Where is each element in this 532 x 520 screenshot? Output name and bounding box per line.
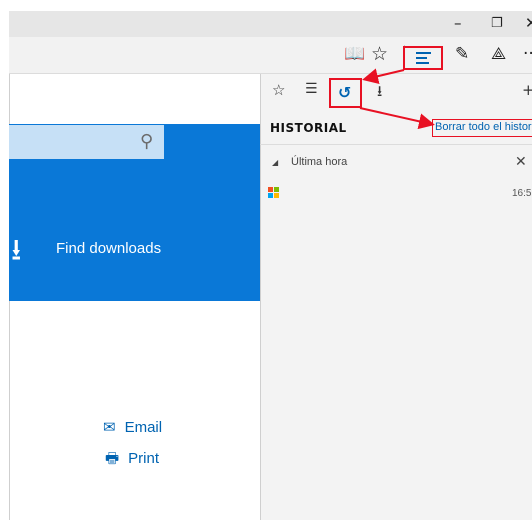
browser-toolbar: 📖 ☆ ✎ ⟁ ··· <box>9 37 532 74</box>
title-bar: – ❐ ✕ <box>9 11 532 37</box>
history-tab[interactable]: ↺ <box>329 78 362 108</box>
more-icon[interactable]: ··· <box>523 43 532 65</box>
reading-list-tab-icon[interactable]: ☰ <box>305 81 318 97</box>
download-icon[interactable]: ⭳ <box>11 236 22 266</box>
history-group-label[interactable]: Última hora <box>291 156 347 168</box>
delete-group-icon[interactable]: ✕ <box>515 154 527 170</box>
clear-history-link[interactable]: Borrar todo el historial <box>432 119 532 137</box>
favorites-tab-icon[interactable]: ☆ <box>272 81 285 99</box>
hub-icon <box>416 52 431 67</box>
print-label: Print <box>128 450 160 467</box>
pen-icon[interactable]: ✎ <box>455 43 469 65</box>
share-icon[interactable]: ⟁ <box>491 43 506 65</box>
hub-pane <box>260 74 532 520</box>
history-icon: ↺ <box>338 83 352 102</box>
pin-icon[interactable]: + <box>522 81 532 99</box>
print-link[interactable]: 🖶 Print <box>105 448 159 473</box>
hub-button[interactable] <box>403 46 443 70</box>
hub-divider <box>260 144 532 145</box>
maximize-button[interactable]: ❐ <box>491 16 503 31</box>
downloads-tab-icon[interactable]: ⭳ <box>377 81 382 106</box>
close-button[interactable]: ✕ <box>525 14 532 32</box>
email-label: Email <box>124 419 163 436</box>
email-link[interactable]: ✉ Email <box>103 418 162 436</box>
find-downloads-link[interactable]: Find downloads <box>56 240 161 257</box>
history-title: HISTORIAL <box>270 121 347 135</box>
mail-icon: ✉ <box>103 418 116 436</box>
collapse-arrow-icon[interactable]: ◢ <box>272 158 278 167</box>
microsoft-logo-icon <box>268 187 280 199</box>
history-entry-time: 16:5 <box>512 188 532 199</box>
printer-icon: 🖶 <box>105 449 120 467</box>
search-icon[interactable]: ⚲ <box>140 131 153 152</box>
book-open-icon[interactable]: 📖 <box>344 43 365 65</box>
minimize-button[interactable]: – <box>454 14 462 32</box>
star-icon[interactable]: ☆ <box>371 43 388 65</box>
